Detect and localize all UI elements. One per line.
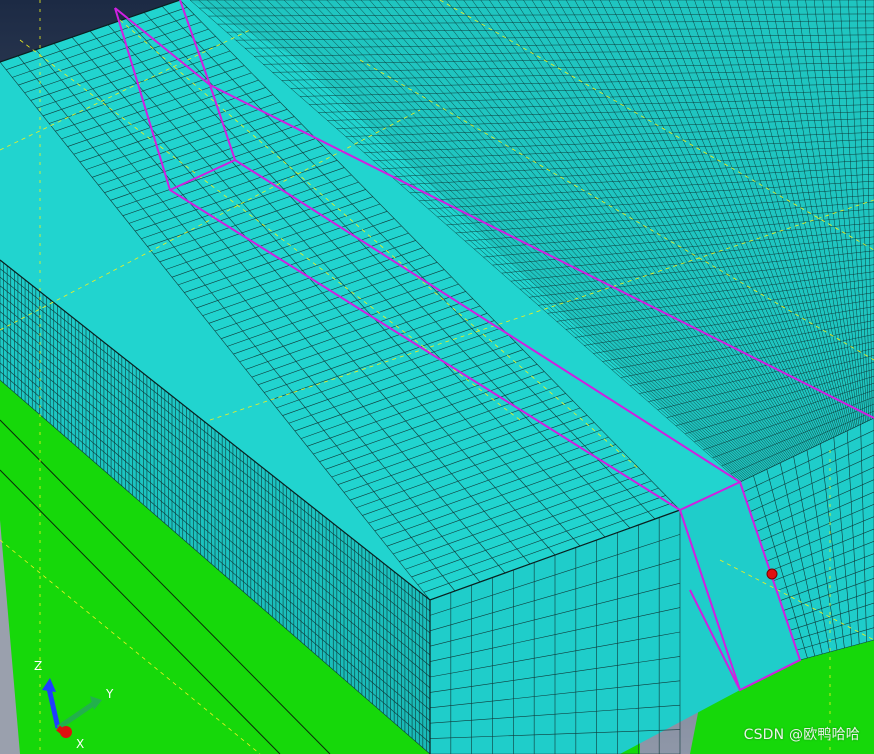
triad-z-label: Z	[34, 659, 42, 673]
triad-z-axis: Z	[34, 659, 61, 729]
abaqus-viewport[interactable]: Z Y X CSDN @欧鸭哈哈	[0, 0, 874, 754]
view-triad[interactable]: Z Y X	[0, 0, 874, 754]
triad-y-axis: Y	[56, 687, 114, 731]
triad-x-axis: X	[56, 725, 84, 751]
triad-x-label: X	[76, 737, 84, 751]
triad-y-label: Y	[105, 687, 114, 701]
watermark-text: CSDN @欧鸭哈哈	[743, 727, 860, 743]
